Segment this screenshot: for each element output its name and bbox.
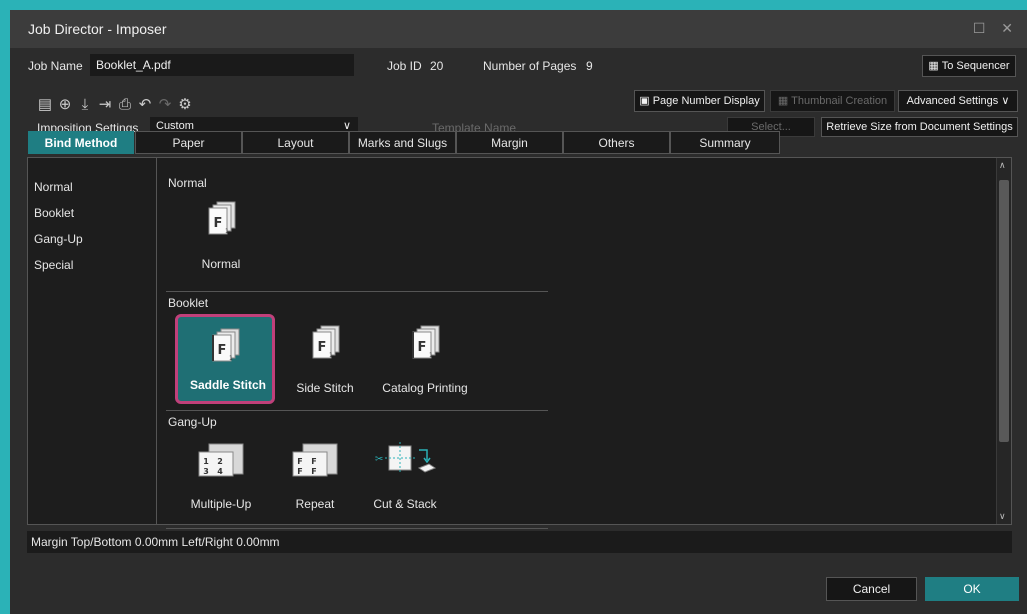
ok-button[interactable]: OK (925, 577, 1019, 601)
redo-icon[interactable]: ↷ (156, 96, 174, 114)
section-divider (166, 291, 548, 292)
thumbnail-creation-button[interactable]: ▦ Thumbnail Creation (770, 90, 895, 112)
cut-and-stack-icon: ✂ (375, 442, 437, 474)
svg-text:1: 1 (429, 352, 433, 359)
bind-method-panel: Normal Booklet Gang-Up Special Normal F … (27, 157, 1012, 529)
title-bar: Job Director - Imposer ☐ ✕ (10, 10, 1027, 48)
undo-icon[interactable]: ↶ (136, 96, 154, 114)
thumbnail-icon: ▦ (777, 95, 792, 107)
advanced-settings-dropdown[interactable]: Advanced Settings ∨ (898, 90, 1018, 112)
tab-others[interactable]: Others (563, 131, 670, 154)
to-sequencer-button[interactable]: ▦ To Sequencer (922, 55, 1016, 77)
bind-option-normal[interactable]: F 1 Normal (171, 190, 271, 280)
svg-text:F: F (297, 457, 302, 466)
repeat-icon: F F F F (292, 443, 338, 477)
catalog-printing-icon: F 1 (412, 325, 440, 359)
margin-status-bar: Margin Top/Bottom 0.00mm Left/Right 0.00… (27, 531, 1012, 553)
svg-text:F: F (418, 340, 427, 355)
normal-pages-icon: F 1 (208, 201, 236, 235)
job-id-label: Job ID (387, 59, 422, 73)
section-normal-title: Normal (168, 176, 207, 190)
tab-summary[interactable]: Summary (670, 131, 780, 154)
bind-option-label: Multiple-Up (190, 497, 252, 511)
sidebar-item-special[interactable]: Special (34, 258, 73, 272)
window-controls[interactable]: ☐ ✕ (973, 20, 1019, 37)
svg-text:3: 3 (203, 467, 209, 476)
pages-value: 9 (586, 59, 593, 73)
page-number-display-button[interactable]: ▣ Page Number Display (634, 90, 765, 112)
section-gang-up-title: Gang-Up (168, 415, 217, 429)
bind-option-label: Catalog Printing (382, 381, 468, 395)
bind-option-saddle-stitch[interactable]: F 1 Saddle Stitch (175, 314, 275, 404)
bind-option-label: Normal (201, 257, 241, 271)
chevron-down-icon: ∨ (1001, 95, 1010, 107)
page-icon: ▣ (639, 95, 653, 107)
scrollbar-thumb[interactable] (999, 180, 1009, 442)
job-id-value: 20 (430, 59, 444, 73)
add-icon[interactable]: ⊕ (56, 96, 74, 114)
bind-option-catalog-printing[interactable]: F 1 Catalog Printing (365, 314, 485, 404)
svg-text:2: 2 (217, 457, 223, 466)
side-stitch-icon: F 1 (312, 325, 340, 359)
bind-category-list: Normal Booklet Gang-Up Special (28, 158, 157, 524)
bind-option-label: Repeat (295, 497, 335, 511)
page-number-display-label: Page Number Display (652, 95, 760, 107)
svg-text:F: F (218, 343, 227, 358)
svg-text:F: F (311, 467, 316, 476)
section-divider (166, 410, 548, 411)
svg-text:4: 4 (217, 467, 223, 476)
to-sequencer-label: To Sequencer (941, 60, 1010, 72)
svg-text:F: F (311, 457, 316, 466)
thumbnail-creation-label: Thumbnail Creation (791, 95, 888, 107)
sequencer-icon: ▦ (928, 60, 942, 72)
bind-option-side-stitch[interactable]: F 1 Side Stitch (275, 314, 375, 404)
bind-option-cut-and-stack[interactable]: ✂ Cut & Stack (355, 430, 455, 520)
svg-text:1: 1 (329, 352, 333, 359)
export-icon[interactable]: ⇥ (96, 96, 114, 114)
tab-paper[interactable]: Paper (135, 131, 242, 154)
bind-option-label: Side Stitch (296, 381, 354, 395)
download-icon[interactable]: ⤓ (76, 96, 94, 114)
sidebar-item-gang-up[interactable]: Gang-Up (34, 232, 83, 246)
svg-text:1: 1 (225, 228, 229, 235)
bind-option-label: Saddle Stitch (189, 378, 266, 392)
sidebar-item-normal[interactable]: Normal (34, 180, 73, 194)
svg-text:1: 1 (203, 457, 209, 466)
scroll-down-icon[interactable]: ∨ (999, 511, 1006, 522)
list-icon[interactable]: ▤ (36, 96, 54, 114)
vertical-scrollbar[interactable]: ∧ ∨ (996, 158, 1011, 524)
scroll-up-icon[interactable]: ∧ (999, 160, 1006, 171)
bind-option-multiple-up[interactable]: 1 2 3 4 Multiple-Up (171, 430, 271, 520)
svg-text:1: 1 (229, 355, 233, 362)
section-divider (166, 528, 548, 529)
svg-text:F: F (318, 340, 327, 355)
svg-text:F: F (214, 216, 223, 231)
tab-marks-and-slugs[interactable]: Marks and Slugs (349, 131, 456, 154)
cancel-button[interactable]: Cancel (826, 577, 917, 601)
window-title: Job Director - Imposer (28, 21, 167, 37)
bind-option-repeat[interactable]: F F F F Repeat (265, 430, 365, 520)
tab-layout[interactable]: Layout (242, 131, 349, 154)
bind-option-label: Cut & Stack (373, 497, 437, 511)
svg-text:✂: ✂ (375, 454, 383, 465)
tab-margin[interactable]: Margin (456, 131, 563, 154)
sidebar-item-booklet[interactable]: Booklet (34, 206, 74, 220)
multiple-up-icon: 1 2 3 4 (198, 443, 244, 477)
pages-label: Number of Pages (483, 59, 577, 73)
job-name-label: Job Name (28, 59, 83, 73)
saddle-stitch-icon: F 1 (212, 328, 240, 362)
print-icon[interactable]: ⎙ (116, 96, 134, 114)
retrieve-size-button[interactable]: Retrieve Size from Document Settings (821, 117, 1018, 137)
section-booklet-title: Booklet (168, 296, 209, 310)
tab-bind-method[interactable]: Bind Method (28, 131, 134, 154)
job-name-field[interactable]: Booklet_A.pdf (90, 54, 354, 76)
advanced-settings-label: Advanced Settings (906, 95, 999, 107)
svg-text:F: F (297, 467, 302, 476)
settings-icon[interactable]: ⚙ (176, 96, 194, 114)
